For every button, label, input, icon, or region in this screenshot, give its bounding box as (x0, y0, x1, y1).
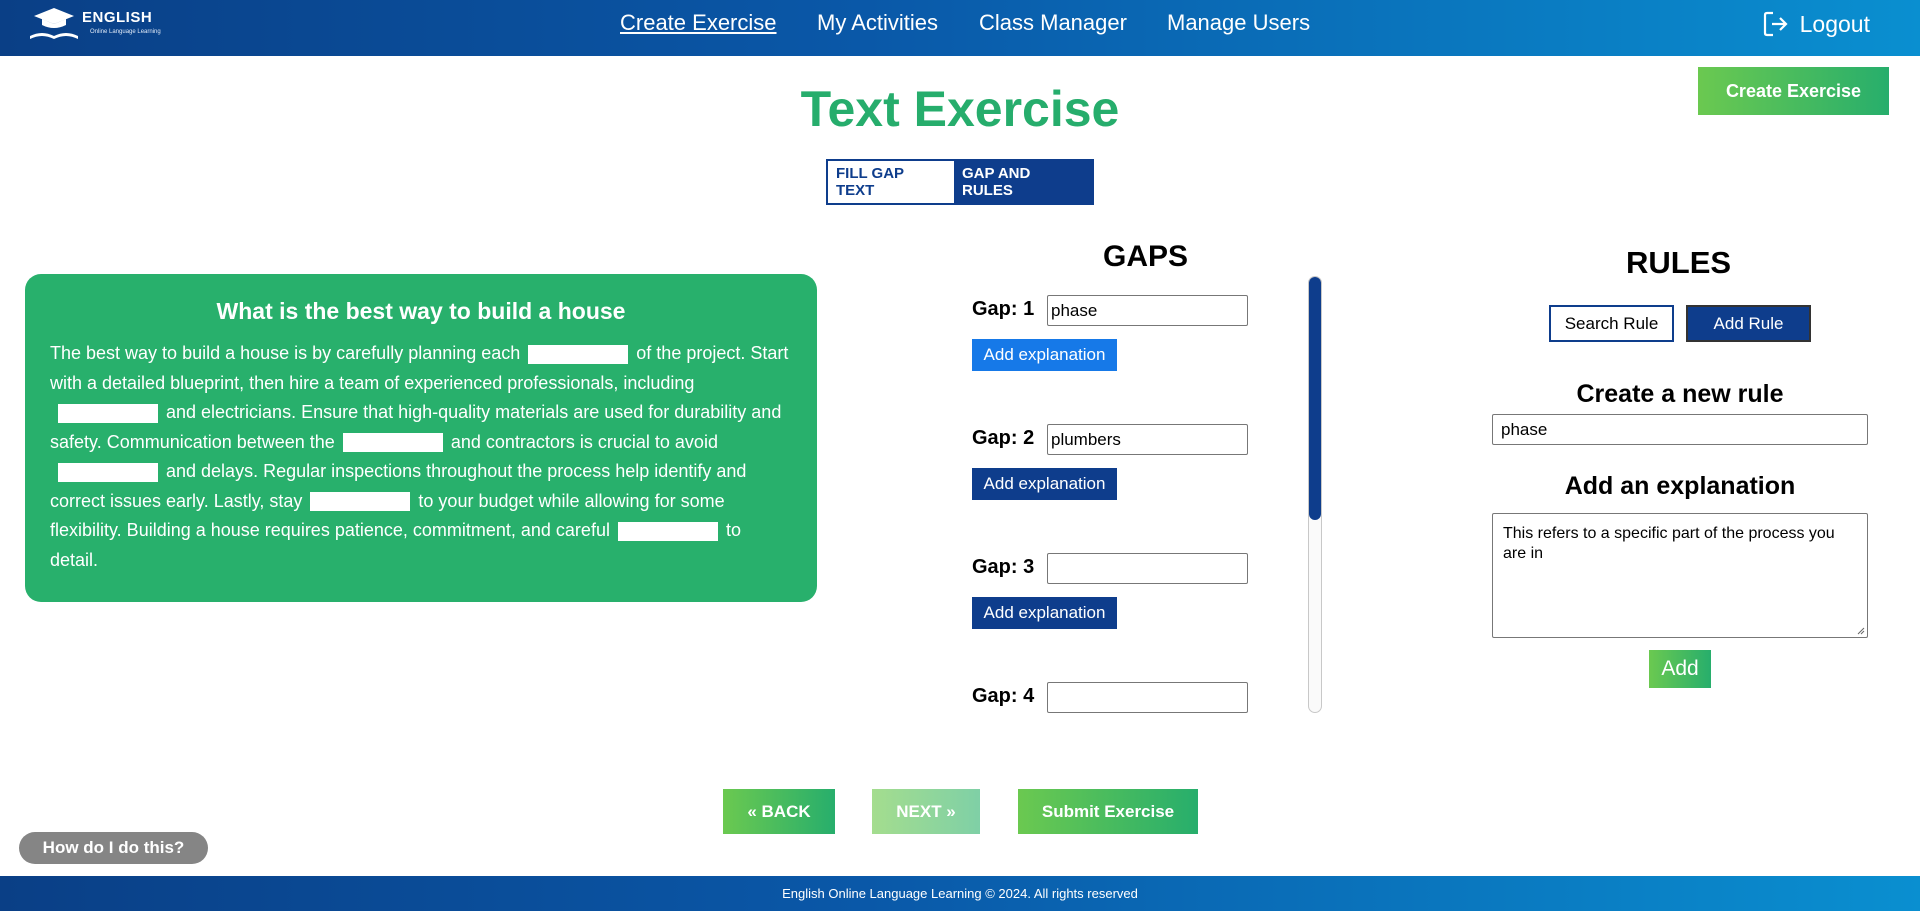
gap-blank-3[interactable] (342, 433, 443, 453)
graduation-cap-icon (30, 8, 78, 39)
nav-create-exercise[interactable]: Create Exercise (620, 10, 777, 36)
resize-handle-icon[interactable] (1855, 625, 1865, 635)
gap-blank-5[interactable] (310, 492, 411, 512)
add-rule-button[interactable]: Add Rule (1686, 305, 1811, 342)
gap-1-label: Gap: 1 (972, 298, 1035, 320)
tab-fill-gap-text[interactable]: FILL GAP TEXT (828, 161, 954, 203)
page-title: Text Exercise (800, 81, 1120, 137)
add-explanation-button[interactable]: Add (1649, 650, 1711, 688)
nav-my-activities[interactable]: My Activities (817, 10, 938, 36)
back-button[interactable]: « BACK (723, 789, 835, 834)
create-exercise-button[interactable]: Create Exercise (1698, 67, 1889, 115)
gap-blank-6[interactable] (617, 521, 718, 541)
gap-blank-2[interactable] (58, 403, 158, 423)
rules-title: RULES (1626, 245, 1732, 280)
rule-input[interactable] (1492, 414, 1868, 445)
gap-1-input[interactable] (1047, 295, 1248, 326)
top-navigation-bar: ENGLISH Online Language Learning Create … (0, 0, 1920, 56)
exercise-paragraph: The best way to build a house is by care… (50, 339, 792, 575)
gap-blank-1[interactable] (528, 344, 629, 364)
submit-exercise-button[interactable]: Submit Exercise (1018, 789, 1198, 834)
nav-class-manager[interactable]: Class Manager (979, 10, 1127, 36)
exercise-heading: What is the best way to build a house (216, 298, 626, 324)
gap-2-input[interactable] (1047, 424, 1248, 455)
gap-3-label: Gap: 3 (972, 556, 1035, 578)
gap-1-add-explanation-button[interactable]: Add explanation (972, 339, 1117, 371)
exercise-mode-tabs: FILL GAP TEXT GAP AND RULES (826, 159, 1094, 205)
gap-3-input[interactable] (1047, 553, 1248, 584)
gaps-title: GAPS (1103, 240, 1189, 273)
text-segment: and contractors is crucial to avoid (450, 431, 718, 452)
gap-2-label: Gap: 2 (972, 427, 1035, 449)
footer-text: English Online Language Learning © 2024.… (782, 886, 1138, 901)
create-rule-title: Create a new rule (1576, 380, 1784, 408)
next-button[interactable]: NEXT » (872, 789, 980, 834)
gaps-scrollbar-thumb[interactable] (1309, 277, 1321, 520)
nav-manage-users[interactable]: Manage Users (1167, 10, 1310, 36)
gap-4-input[interactable] (1047, 682, 1248, 713)
explanation-text: This refers to a specific part of the pr… (1503, 525, 1835, 562)
tab-gap-and-rules[interactable]: GAP AND RULES (954, 161, 1092, 203)
logout-label: Logout (1799, 10, 1870, 37)
logout-button[interactable]: Logout (1762, 10, 1870, 38)
logo[interactable]: ENGLISH Online Language Learning (28, 6, 168, 46)
explanation-title: Add an explanation (1564, 472, 1796, 500)
gap-4-label: Gap: 4 (972, 685, 1035, 707)
gap-blank-4[interactable] (58, 462, 158, 482)
text-segment: The best way to build a house is by care… (50, 343, 521, 363)
search-rule-button[interactable]: Search Rule (1549, 305, 1674, 342)
gap-3-add-explanation-button[interactable]: Add explanation (972, 597, 1117, 629)
logout-icon (1763, 11, 1788, 37)
explanation-textarea[interactable]: This refers to a specific part of the pr… (1492, 513, 1868, 638)
gap-2-add-explanation-button[interactable]: Add explanation (972, 468, 1117, 500)
footer: English Online Language Learning © 2024.… (0, 876, 1920, 911)
logo-title: ENGLISH (82, 9, 153, 26)
exercise-text-card: What is the best way to build a house Th… (25, 274, 817, 602)
logo-subtitle: Online Language Learning (90, 29, 161, 35)
help-button[interactable]: How do I do this? (19, 832, 208, 864)
